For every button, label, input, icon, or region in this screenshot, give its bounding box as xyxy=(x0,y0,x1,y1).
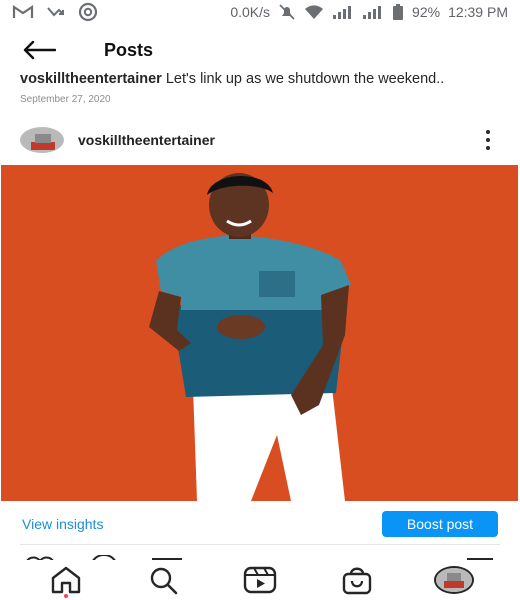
clock: 12:39 PM xyxy=(448,4,508,20)
nav-reels[interactable] xyxy=(238,562,282,598)
chrome-icon xyxy=(78,2,98,22)
arrow-left-icon xyxy=(23,40,56,60)
search-icon xyxy=(150,567,178,595)
post-caption: voskilltheentertainer Let's link up as w… xyxy=(20,71,510,87)
page-title: Posts xyxy=(104,39,154,60)
divider xyxy=(20,544,500,545)
post-date: September 27, 2020 xyxy=(20,94,111,105)
home-icon xyxy=(52,566,81,594)
person-illustration xyxy=(149,173,351,501)
post-username[interactable]: voskilltheentertainer xyxy=(78,132,215,148)
avatar[interactable] xyxy=(20,127,64,153)
notification-dot xyxy=(64,594,69,598)
nav-shop[interactable] xyxy=(335,562,379,598)
app-header: Posts xyxy=(0,32,520,68)
status-bar: 0.0K/s 92% 12:39 PM xyxy=(0,0,520,24)
wifi-icon xyxy=(304,4,324,20)
post-header: voskilltheentertainer xyxy=(0,120,520,160)
signal-icon xyxy=(362,5,384,19)
caption-text: Let's link up as we shutdown the weekend… xyxy=(165,71,445,87)
battery-level: 92% xyxy=(412,4,441,20)
insights-row: View insights Boost post xyxy=(0,505,520,543)
nav-search[interactable] xyxy=(141,562,185,598)
network-speed: 0.0K/s xyxy=(230,4,271,20)
shop-icon xyxy=(342,567,371,595)
post-image[interactable] xyxy=(1,165,518,501)
signal-icon xyxy=(332,5,354,19)
back-button[interactable] xyxy=(22,32,62,68)
mute-icon xyxy=(278,3,296,21)
nav-home[interactable] xyxy=(44,562,88,598)
gmail-icon xyxy=(12,4,34,20)
view-insights-link[interactable]: View insights xyxy=(22,516,103,532)
boost-post-button[interactable]: Boost post xyxy=(382,511,498,537)
reels-icon xyxy=(243,566,277,594)
caption-username[interactable]: voskilltheentertainer xyxy=(20,71,162,87)
profile-avatar xyxy=(433,566,474,594)
nav-profile[interactable] xyxy=(432,562,476,598)
more-vertical-icon[interactable] xyxy=(482,130,494,150)
bottom-nav xyxy=(0,560,520,600)
missed-call-icon xyxy=(46,4,66,20)
battery-icon xyxy=(392,3,404,21)
